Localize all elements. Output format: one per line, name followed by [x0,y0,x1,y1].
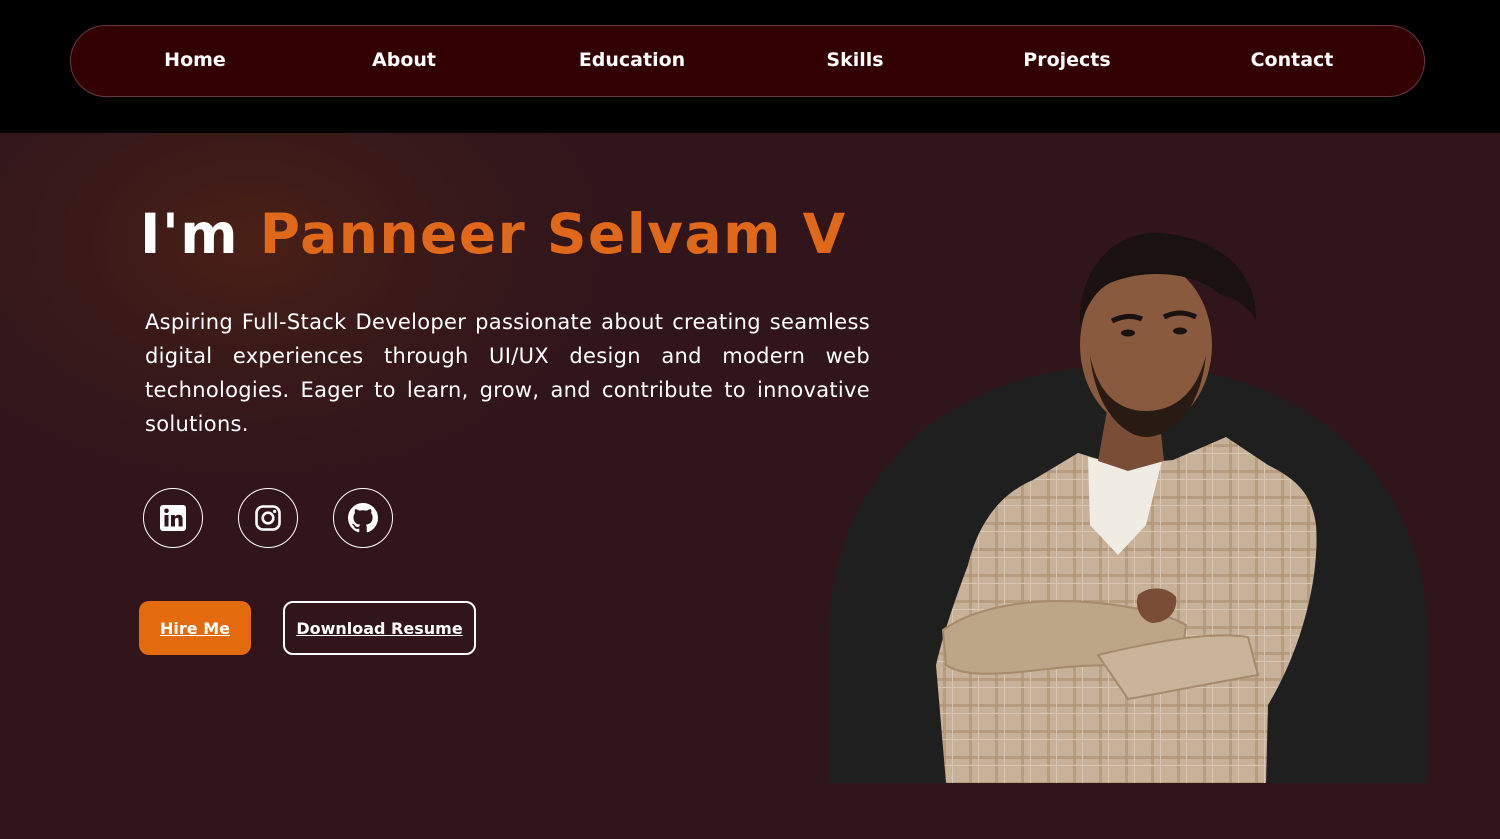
nav-about[interactable]: About [372,26,436,96]
nav-education[interactable]: Education [579,26,685,96]
profile-illustration [828,232,1428,783]
top-bar: Home About Education Skills Projects Con… [0,0,1500,133]
nav-contact[interactable]: Contact [1251,26,1334,96]
hero-description: Aspiring Full-Stack Developer passionate… [145,310,870,436]
hero-title: I'm Panneer Selvam V [140,202,847,266]
hero-greeting: I'm [140,202,240,266]
instagram-icon [255,505,281,531]
instagram-link[interactable] [238,488,298,548]
hire-me-button[interactable]: Hire Me [139,601,251,655]
nav-skills[interactable]: Skills [826,26,883,96]
linkedin-link[interactable] [143,488,203,548]
nav-projects[interactable]: Projects [1023,26,1110,96]
github-icon [348,503,378,533]
github-link[interactable] [333,488,393,548]
download-resume-button[interactable]: Download Resume [283,601,476,655]
hero-name: Panneer Selvam V [259,202,847,266]
linkedin-icon [160,505,186,531]
main-nav: Home About Education Skills Projects Con… [70,25,1425,97]
profile-photo [828,225,1428,785]
nav-home[interactable]: Home [164,26,226,96]
